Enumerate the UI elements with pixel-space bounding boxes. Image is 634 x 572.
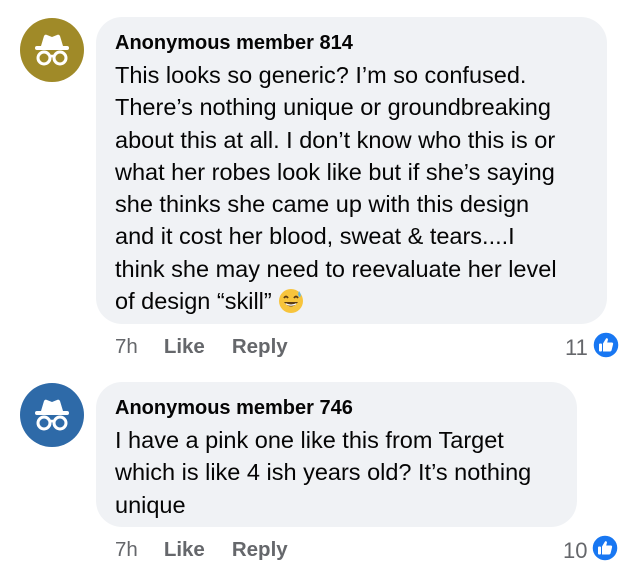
like-button[interactable]: Like xyxy=(164,538,205,562)
comment-time[interactable]: 7h xyxy=(115,538,138,562)
comment-author[interactable]: Anonymous member 746 xyxy=(115,395,557,421)
incognito-hat-glasses-icon xyxy=(32,33,72,67)
comment-text-line: unique xyxy=(115,491,186,518)
thumbs-up-icon xyxy=(592,331,620,365)
grinning-sweat-emoji xyxy=(278,288,304,322)
comment-author[interactable]: Anonymous member 814 xyxy=(115,30,587,56)
like-button[interactable]: Like xyxy=(164,335,205,359)
comment-actions: 7h Like Reply xyxy=(115,335,288,359)
comment-text-line: what her robes look like but if she’s sa… xyxy=(115,158,555,185)
comment-text-line: This looks so generic? I’m so confused. xyxy=(115,62,527,88)
comment-text-line: of design “skill” xyxy=(115,285,587,322)
comment-bubble: Anonymous member 746 I have a pink one l… xyxy=(96,382,577,527)
comment-text-line: I have a pink one like this from Target xyxy=(115,427,504,453)
reaction-summary[interactable]: 10 xyxy=(563,534,620,568)
comment-text: I have a pink one like this from Target … xyxy=(115,424,557,521)
comment-text-line: she thinks she came up with this design xyxy=(115,191,530,218)
comment-text-line: think she may need to reevaluate her lev… xyxy=(115,255,557,282)
reply-button[interactable]: Reply xyxy=(232,335,288,359)
comment-text-line: and it cost her blood, sweat & tears....… xyxy=(115,223,515,250)
comment-time[interactable]: 7h xyxy=(115,335,138,359)
comment-text-line: There’s nothing unique or groundbreaking xyxy=(115,94,551,121)
avatar[interactable] xyxy=(20,18,84,82)
comment-text-line: of design “skill” xyxy=(115,288,272,315)
reaction-count: 11 xyxy=(565,335,588,360)
reply-button[interactable]: Reply xyxy=(232,538,288,562)
avatar[interactable] xyxy=(20,383,84,447)
comment-text: This looks so generic? I’m so confused. … xyxy=(115,59,587,322)
incognito-hat-glasses-icon xyxy=(32,398,72,432)
comment-text-line: which is like 4 ish years old? It’s noth… xyxy=(115,459,532,486)
comment-bubble: Anonymous member 814 This looks so gener… xyxy=(96,17,607,324)
reaction-count: 10 xyxy=(563,538,588,563)
reaction-summary[interactable]: 11 xyxy=(565,331,620,365)
comment-text-line: about this at all. I don’t know who this… xyxy=(115,126,556,153)
thumbs-up-icon xyxy=(591,534,620,568)
comment-actions: 7h Like Reply xyxy=(115,538,288,562)
